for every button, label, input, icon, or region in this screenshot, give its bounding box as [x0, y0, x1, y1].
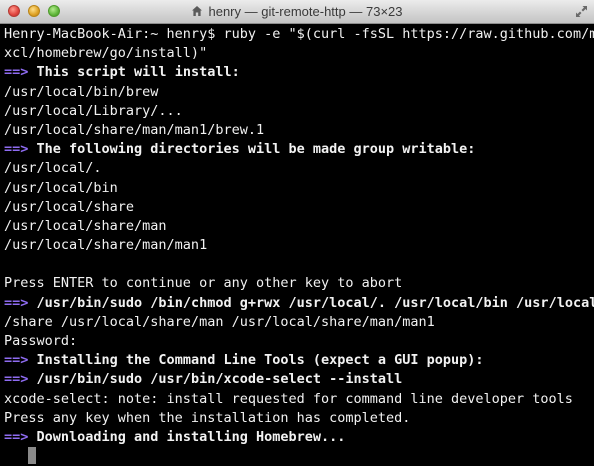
terminal-line: Password:: [4, 332, 594, 351]
terminal-output[interactable]: Henry-MacBook-Air:~ henry$ ruby -e "$(cu…: [0, 24, 594, 466]
terminal-line: /share /usr/local/share/man /usr/local/s…: [4, 313, 594, 332]
terminal-line-text: Henry-MacBook-Air:~ henry$ ruby -e "$(cu…: [4, 26, 594, 42]
terminal-line-text: /usr/local/share/man/man1: [4, 237, 208, 254]
terminal-window: henry — git-remote-http — 73×23 Henry-Ma…: [0, 0, 594, 466]
terminal-line-text: /usr/bin/sudo /usr/bin/xcode-select --in…: [28, 371, 403, 388]
terminal-line-text: /usr/local/.: [4, 160, 102, 177]
window-title-container: henry — git-remote-http — 73×23: [0, 0, 594, 24]
terminal-line: /usr/local/.: [4, 159, 594, 178]
terminal-line-text: /usr/local/bin: [4, 179, 118, 196]
terminal-line-text: Press any key when the installation has …: [4, 409, 411, 426]
terminal-line: xcl/homebrew/go/install)": [4, 44, 594, 63]
terminal-line-text: /usr/local/share: [4, 198, 135, 215]
terminal-line-text: /usr/local/share/man/man1/brew.1: [4, 121, 265, 138]
terminal-line: ==> /usr/bin/sudo /bin/chmod g+rwx /usr/…: [4, 294, 594, 313]
terminal-line: Press ENTER to continue or any other key…: [4, 274, 594, 293]
prompt-arrow: ==>: [4, 371, 29, 388]
window-title: henry — git-remote-http — 73×23: [208, 4, 403, 19]
cursor-line: [4, 447, 594, 466]
terminal-line-text: This script will install:: [28, 64, 240, 81]
terminal-line: ==> Installing the Command Line Tools (e…: [4, 351, 594, 370]
terminal-line: xcode-select: note: install requested fo…: [4, 390, 594, 409]
title-bar[interactable]: henry — git-remote-http — 73×23: [0, 0, 594, 24]
terminal-line: /usr/local/share: [4, 198, 594, 217]
terminal-line-text: /usr/local/Library/...: [4, 102, 183, 119]
prompt-arrow: ==>: [4, 294, 29, 311]
terminal-line: /usr/local/bin/brew: [4, 83, 594, 102]
terminal-line-text: /usr/local/share/man: [4, 217, 167, 234]
terminal-line: /usr/local/Library/...: [4, 102, 594, 121]
terminal-line: /usr/local/share/man/man1/brew.1: [4, 121, 594, 140]
terminal-line-text: xcode-select: note: install requested fo…: [4, 390, 573, 407]
terminal-line-text: The following directories will be made g…: [28, 141, 476, 158]
text-cursor: [28, 447, 36, 465]
terminal-line-text: Downloading and installing Homebrew...: [28, 428, 346, 445]
terminal-line: ==> /usr/bin/sudo /usr/bin/xcode-select …: [4, 370, 594, 389]
terminal-line: /usr/local/bin: [4, 179, 594, 198]
prompt-arrow: ==>: [4, 352, 29, 369]
terminal-line: /usr/local/share/man: [4, 217, 594, 236]
home-icon: [192, 6, 203, 16]
prompt-arrow: ==>: [4, 428, 29, 445]
terminal-line: ==> This script will install:: [4, 63, 594, 82]
terminal-line: ==> The following directories will be ma…: [4, 140, 594, 159]
terminal-line-text: xcl/homebrew/go/install)": [4, 45, 208, 62]
terminal-line-text: /usr/bin/sudo /bin/chmod g+rwx /usr/loca…: [28, 294, 594, 311]
terminal-line-text: Installing the Command Line Tools (expec…: [28, 352, 484, 369]
terminal-line: ==> Downloading and installing Homebrew.…: [4, 428, 594, 447]
terminal-line: Henry-MacBook-Air:~ henry$ ruby -e "$(cu…: [4, 25, 594, 44]
terminal-line-text: /share /usr/local/share/man /usr/local/s…: [4, 313, 435, 330]
prompt-arrow: ==>: [4, 141, 29, 158]
terminal-line: Press any key when the installation has …: [4, 409, 594, 428]
terminal-line-text: /usr/local/bin/brew: [4, 83, 159, 100]
fullscreen-icon[interactable]: [575, 5, 588, 18]
terminal-line-text: Password:: [4, 333, 78, 349]
prompt-arrow: ==>: [4, 64, 29, 81]
terminal-line: /usr/local/share/man/man1: [4, 236, 594, 255]
terminal-line-text: Press ENTER to continue or any other key…: [4, 275, 403, 292]
